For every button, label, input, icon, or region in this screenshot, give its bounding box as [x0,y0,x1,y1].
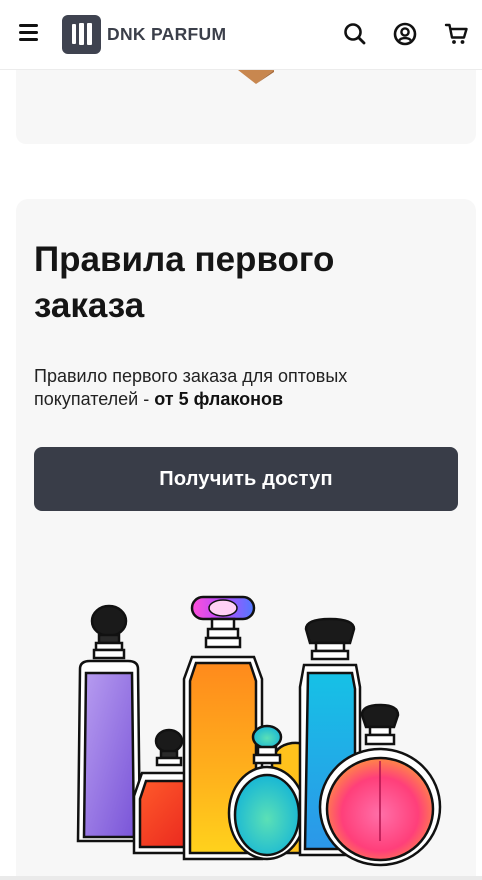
get-access-button[interactable]: Получить доступ [34,447,458,511]
logo-text: DNK PARFUM [107,23,227,44]
description-bold: от 5 флаконов [154,389,284,409]
logo-mark-icon [62,14,101,54]
box-image [238,70,274,84]
bottom-divider [0,876,482,880]
account-icon[interactable] [392,21,418,47]
logo[interactable]: DNK PARFUM [62,14,226,54]
top-header: DNK PARFUM [0,0,482,70]
description: Правило первого заказа для оптовых покуп… [34,365,454,411]
hamburger-menu-icon[interactable] [19,24,39,42]
page-title: Правила первого заказа [34,240,335,325]
perfume-bottles-illustration [76,595,442,867]
first-order-rules-card: Правила первого заказа Правило первого з… [16,199,476,880]
search-icon[interactable] [342,21,368,47]
cart-icon[interactable] [444,21,470,47]
